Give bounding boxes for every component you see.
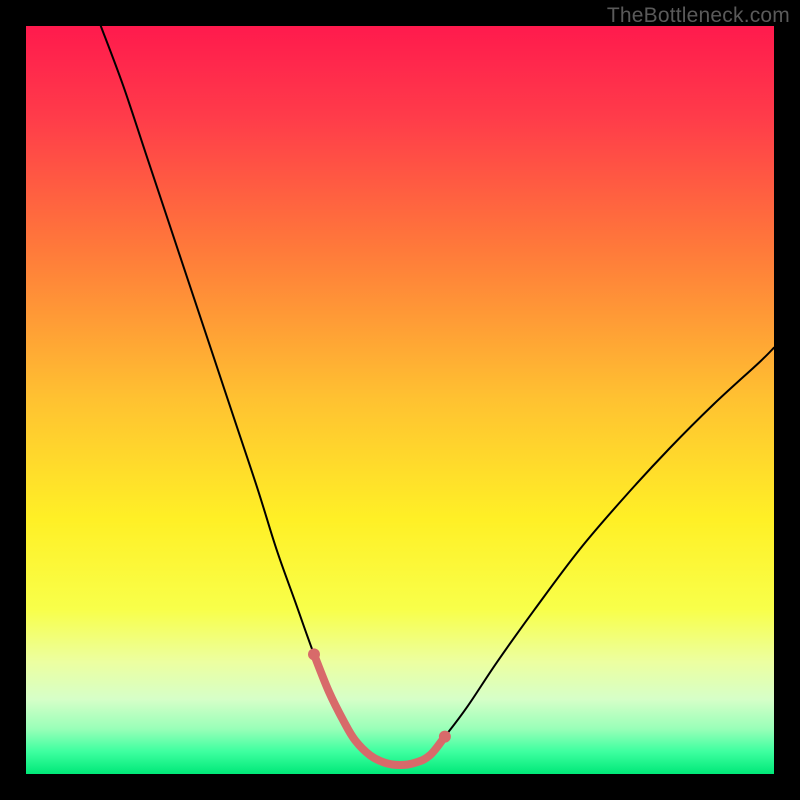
chart-frame: TheBottleneck.com xyxy=(0,0,800,800)
bottleneck-curve xyxy=(101,26,774,765)
plot-area xyxy=(26,26,774,774)
highlight-endpoint xyxy=(439,731,451,743)
curve-layer xyxy=(26,26,774,774)
bottleneck-highlight xyxy=(314,654,445,765)
highlight-endpoint xyxy=(308,648,320,660)
watermark-text: TheBottleneck.com xyxy=(607,4,790,28)
